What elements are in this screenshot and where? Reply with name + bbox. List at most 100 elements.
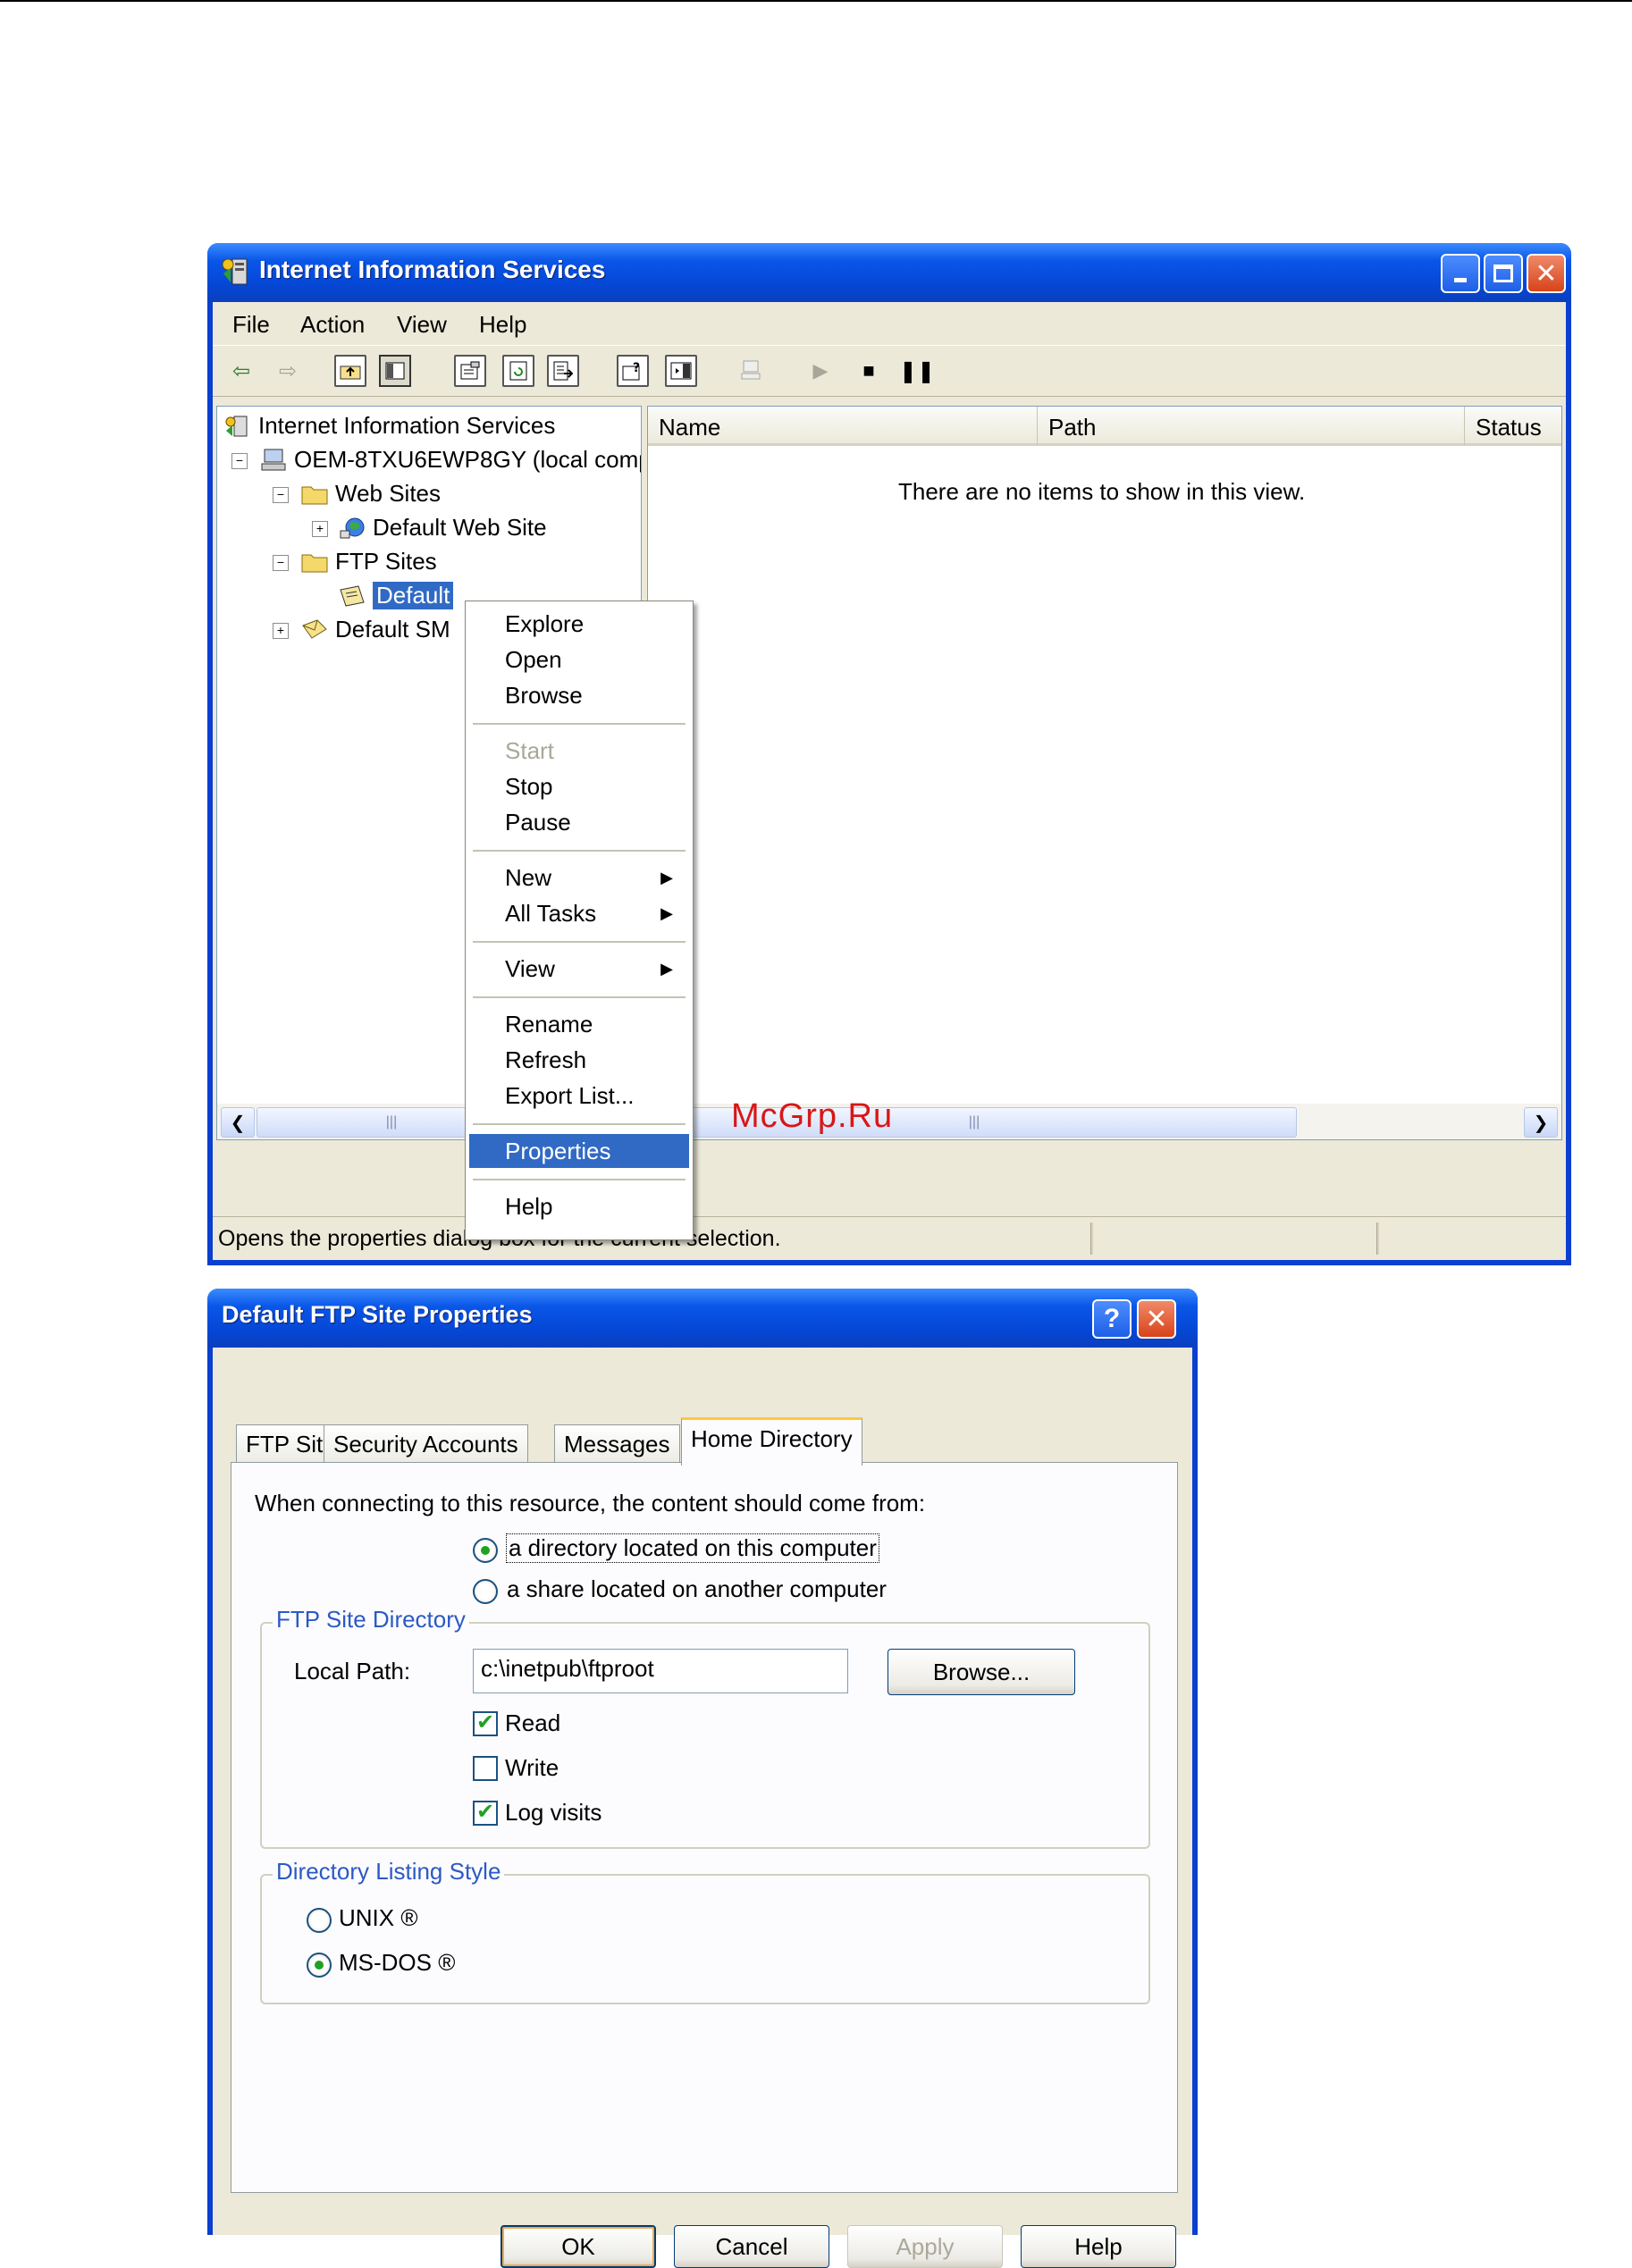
content-source-prompt: When connecting to this resource, the co… [255, 1490, 926, 1516]
minimize-button[interactable] [1441, 254, 1480, 293]
forward-arrow-icon[interactable]: ⇨ [272, 355, 304, 387]
menu-view[interactable]: View [397, 311, 447, 339]
menu-separator [473, 996, 686, 998]
tree-node-default-smtp[interactable]: Default SM [301, 616, 450, 643]
stop-square-icon[interactable]: ■ [853, 355, 885, 387]
submenu-arrow-icon: ▶ [660, 960, 673, 978]
maximize-button[interactable] [1484, 254, 1523, 293]
refresh-icon[interactable] [502, 355, 534, 387]
radio-unix[interactable] [307, 1908, 332, 1933]
column-header-path[interactable]: Path [1038, 407, 1465, 446]
maximize-icon [1493, 265, 1513, 282]
tree-node-ftp-sites[interactable]: FTP Sites [301, 548, 437, 575]
radio-ms-dos-label[interactable]: MS-DOS ® [339, 1949, 455, 1977]
radio-ms-dos[interactable] [307, 1953, 332, 1978]
folder-icon [301, 486, 328, 504]
radio-network-share-label[interactable]: a share located on another computer [507, 1575, 887, 1603]
smtp-envelope-icon [302, 618, 327, 639]
help-topics-icon[interactable]: ? [617, 355, 649, 387]
submenu-arrow-icon: ▶ [660, 869, 673, 886]
dialog-titlebar[interactable]: Default FTP Site Properties ? ✕ [207, 1289, 1198, 1348]
tree-node-iis-root[interactable]: Internet Information Services [224, 412, 555, 440]
menu-item-label: All Tasks [505, 900, 597, 927]
close-button[interactable]: ✕ [1527, 254, 1566, 293]
menu-item-export-list[interactable]: Export List... [469, 1079, 689, 1113]
properties-icon[interactable] [454, 355, 486, 387]
menu-separator [473, 723, 686, 725]
cancel-button[interactable]: Cancel [674, 2225, 829, 2268]
tree-node-web-sites[interactable]: Web Sites [301, 480, 441, 508]
ftp-site-icon [340, 584, 365, 607]
tree-node-default-ftp-site[interactable]: Default [339, 582, 454, 609]
apply-button[interactable]: Apply [847, 2225, 1003, 2268]
column-header-status[interactable]: Status [1465, 407, 1561, 446]
menu-item-help[interactable]: Help [469, 1189, 689, 1223]
collapse-icon[interactable]: − [231, 453, 248, 469]
browse-button[interactable]: Browse... [888, 1649, 1075, 1695]
close-icon: ✕ [1535, 258, 1558, 289]
menu-item-pause[interactable]: Pause [469, 805, 689, 839]
iis-window-title: Internet Information Services [259, 256, 606, 283]
menu-item-rename[interactable]: Rename [469, 1007, 689, 1041]
radio-network-share[interactable] [473, 1579, 498, 1604]
read-checkbox-label[interactable]: Read [505, 1709, 560, 1737]
directory-listing-style-group: Directory Listing Style UNIX ® MS-DOS ® [260, 1858, 1150, 2004]
menu-separator [473, 1123, 686, 1125]
menu-item-properties[interactable]: Properties [469, 1134, 689, 1168]
svg-text:?: ? [633, 361, 640, 375]
radio-local-directory-label[interactable]: a directory located on this computer [506, 1533, 879, 1563]
context-help-button[interactable]: ? [1092, 1299, 1131, 1339]
log-visits-checkbox[interactable]: ✔ [473, 1801, 498, 1826]
up-folder-icon[interactable] [334, 355, 366, 387]
help-button[interactable]: Help [1021, 2225, 1176, 2268]
menu-item-refresh[interactable]: Refresh [469, 1043, 689, 1077]
menu-item-explore[interactable]: Explore [469, 607, 689, 641]
start-play-icon[interactable]: ▶ [804, 355, 837, 387]
read-checkbox[interactable]: ✔ [473, 1711, 498, 1736]
column-header-name[interactable]: Name [648, 407, 1038, 446]
tree-label: Internet Information Services [258, 412, 556, 439]
pause-icon[interactable]: ❚❚ [899, 355, 935, 387]
export-list-icon[interactable] [547, 355, 579, 387]
tab-home-directory[interactable]: Home Directory [681, 1417, 862, 1466]
expand-icon[interactable]: + [273, 623, 289, 639]
menu-item-open[interactable]: Open [469, 643, 689, 676]
menu-separator [473, 850, 686, 852]
local-path-input[interactable]: c:\inetpub\ftproot [473, 1649, 848, 1693]
write-checkbox[interactable] [473, 1756, 498, 1781]
menu-help[interactable]: Help [479, 311, 526, 339]
scroll-left-icon[interactable]: ❮ [221, 1107, 255, 1138]
log-visits-checkbox-label[interactable]: Log visits [505, 1799, 601, 1827]
menu-item-browse[interactable]: Browse [469, 678, 689, 712]
menu-item-start[interactable]: Start [469, 734, 689, 768]
action-pane-icon[interactable] [665, 355, 697, 387]
dialog-close-button[interactable]: ✕ [1137, 1299, 1176, 1339]
menu-item-view[interactable]: View ▶ [469, 952, 689, 986]
menu-item-new[interactable]: New ▶ [469, 861, 689, 895]
show-hide-tree-icon[interactable] [379, 355, 411, 387]
close-icon: ✕ [1145, 1304, 1168, 1334]
radio-local-directory[interactable] [473, 1538, 498, 1563]
tree-node-default-web-site[interactable]: Default Web Site [339, 514, 547, 542]
collapse-icon[interactable]: − [273, 555, 289, 571]
ok-button[interactable]: OK [501, 2225, 656, 2268]
iis-titlebar[interactable]: Internet Information Services ✕ [207, 243, 1571, 302]
dialog-title: Default FTP Site Properties [222, 1301, 533, 1328]
menu-item-all-tasks[interactable]: All Tasks ▶ [469, 896, 689, 930]
menu-action[interactable]: Action [300, 311, 365, 339]
tab-security-accounts[interactable]: Security Accounts [324, 1424, 528, 1464]
properties-dialog: Default FTP Site Properties ? ✕ FTP Site… [207, 1289, 1198, 2268]
menu-file[interactable]: File [232, 311, 270, 339]
write-checkbox-label[interactable]: Write [505, 1754, 559, 1782]
connect-computer-icon[interactable] [735, 355, 767, 387]
radio-unix-label[interactable]: UNIX ® [339, 1904, 418, 1932]
tree-node-computer[interactable]: OEM-8TXU6EWP8GY (local comp [260, 446, 641, 474]
back-arrow-icon[interactable]: ⇦ [225, 355, 257, 387]
expand-icon[interactable]: + [312, 521, 328, 537]
scroll-right-icon[interactable]: ❯ [1524, 1107, 1558, 1138]
web-site-globe-icon [340, 517, 365, 538]
menu-item-stop[interactable]: Stop [469, 769, 689, 803]
tree-label: FTP Sites [335, 548, 437, 575]
collapse-icon[interactable]: − [273, 487, 289, 503]
tab-messages[interactable]: Messages [554, 1424, 680, 1464]
